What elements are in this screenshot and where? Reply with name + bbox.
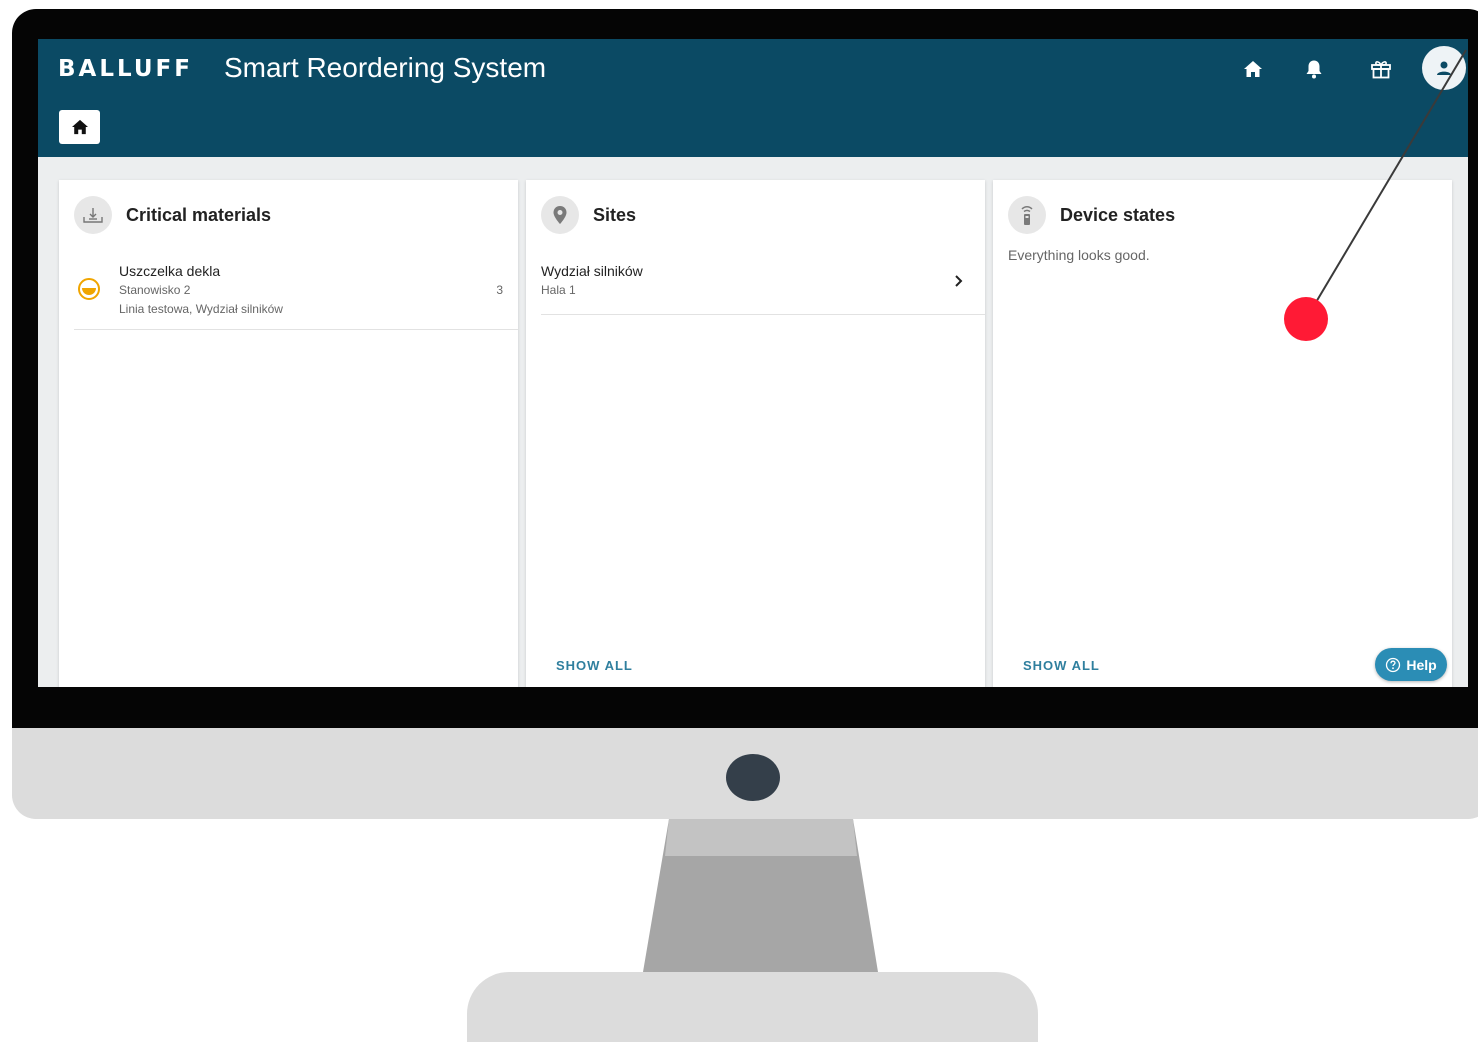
- gift-icon[interactable]: [1365, 55, 1397, 83]
- material-count: 3: [496, 283, 503, 297]
- question-circle-icon: [1386, 657, 1401, 672]
- map-pin-icon: [541, 196, 579, 234]
- list-item[interactable]: Uszczelka dekla Stanowisko 2 Linia testo…: [59, 258, 518, 328]
- app-title: Smart Reordering System: [224, 52, 547, 83]
- material-location: Linia testowa, Wydział silników: [119, 302, 283, 316]
- list-item[interactable]: Wydział silników Hala 1: [526, 258, 985, 314]
- material-station: Stanowisko 2: [119, 283, 191, 297]
- breadcrumb-home-button[interactable]: [59, 110, 100, 144]
- bell-icon[interactable]: [1298, 55, 1330, 83]
- card-title: Device states: [1060, 205, 1176, 225]
- brand-logo[interactable]: BALLUFF: [58, 54, 193, 84]
- home-icon: [71, 119, 88, 135]
- site-hall: Hala 1: [541, 283, 576, 297]
- app-screen: BALLUFF Smart Reordering System Critical…: [38, 39, 1468, 687]
- card-title: Critical materials: [126, 205, 272, 225]
- critical-materials-card: Critical materials Uszczelka dekla Stano…: [59, 180, 518, 687]
- monitor-base: [467, 972, 1038, 1042]
- user-avatar-icon[interactable]: [1422, 46, 1466, 90]
- device-states-card: Device states Everything looks good. SHO…: [993, 180, 1452, 687]
- divider: [541, 314, 985, 315]
- wireless-sensor-icon: [1008, 196, 1046, 234]
- home-icon[interactable]: [1237, 55, 1269, 83]
- inbox-download-icon: [74, 196, 112, 234]
- material-name: Uszczelka dekla: [119, 263, 221, 279]
- divider: [74, 329, 518, 330]
- show-all-sites-link[interactable]: SHOW ALL: [556, 658, 633, 673]
- top-bar: BALLUFF Smart Reordering System: [38, 39, 1468, 157]
- site-name: Wydział silników: [541, 263, 643, 279]
- card-title: Sites: [593, 205, 637, 225]
- help-label: Help: [1406, 656, 1437, 673]
- chevron-right-icon: [955, 275, 963, 287]
- status-message: Everything looks good.: [1008, 247, 1150, 263]
- sites-card: Sites Wydział silników Hala 1 SHOW ALL: [526, 180, 985, 687]
- show-all-devices-link[interactable]: SHOW ALL: [1023, 658, 1100, 673]
- help-button[interactable]: Help: [1375, 648, 1447, 681]
- stock-level-icon: [78, 278, 100, 300]
